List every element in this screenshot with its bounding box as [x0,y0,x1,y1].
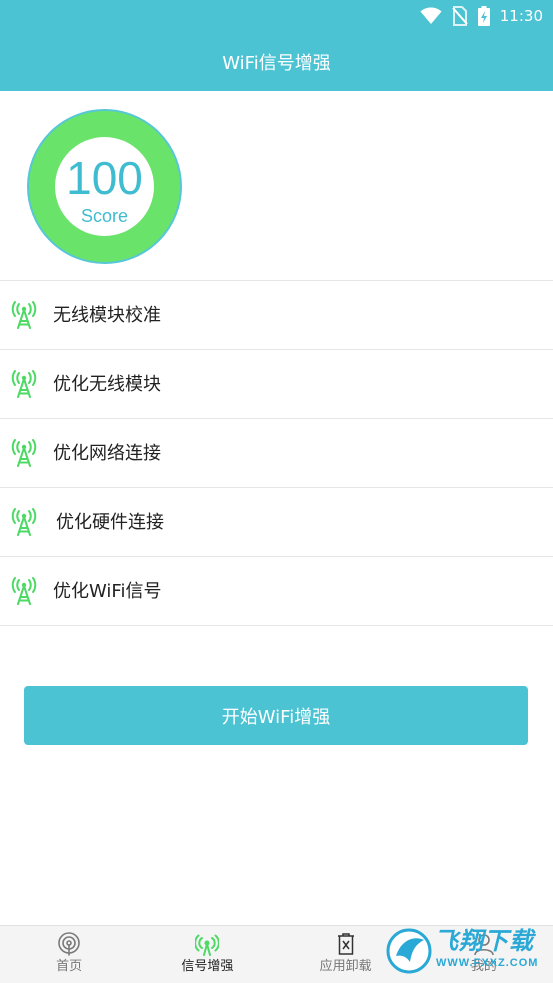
signal-tower-icon [11,577,37,605]
signal-tower-icon [195,934,220,956]
list-item[interactable]: 优化无线模块 [0,350,553,419]
tab-label: 信号增强 [181,959,234,974]
start-boost-button-label: 开始WiFi增强 [221,706,331,728]
list-item-label: 优化无线模块 [53,374,161,395]
tab-signal-boost[interactable]: 信号增强 [138,926,276,983]
list-item-label: 优化WiFi信号 [53,581,162,602]
wifi-icon [420,7,442,24]
signal-tower-icon [11,370,37,398]
signal-tower-icon [11,301,37,329]
score-value: 100 [66,152,143,204]
list-item-label: 无线模块校准 [53,305,161,326]
list-item-label: 优化硬件连接 [56,512,164,533]
tab-label: 应用卸载 [319,959,372,974]
list-item[interactable]: 优化WiFi信号 [0,557,553,626]
list-item[interactable]: 优化网络连接 [0,419,553,488]
signal-tower-icon [11,508,37,536]
battery-charging-icon [477,6,490,26]
signal-tower-icon [11,439,37,467]
trash-icon [337,933,354,955]
home-signal-icon [58,932,80,956]
list-item[interactable]: 无线模块校准 [0,281,553,350]
watermark: 飞翔下载 WWW.FXXZ.COM [386,923,548,981]
score-ring: 100 Score [27,109,182,264]
no-sim-icon [452,6,468,26]
watermark-title: 飞翔下载 [434,927,534,955]
score-inner: 100 Score [55,137,154,236]
score-area: 100 Score [0,91,553,281]
tab-label: 首页 [56,959,83,974]
page-title: WiFi信号增强 [222,52,331,74]
score-label: Score [80,206,129,226]
start-boost-button[interactable]: 开始WiFi增强 [24,686,528,745]
status-bar: 11:30 [0,0,553,32]
watermark-logo-icon [386,928,432,974]
status-time: 11:30 [499,7,543,25]
list-item[interactable]: 优化硬件连接 [0,488,553,557]
tab-home[interactable]: 首页 [0,926,138,983]
optimization-list: 无线模块校准 优化无线模块 优化网络连接 优化硬件连接 优化WiFi信号 [0,280,553,626]
watermark-url: WWW.FXXZ.COM [436,957,539,969]
status-icons: 11:30 [420,4,543,28]
app-bar: WiFi信号增强 [0,32,553,91]
list-item-label: 优化网络连接 [53,443,161,464]
